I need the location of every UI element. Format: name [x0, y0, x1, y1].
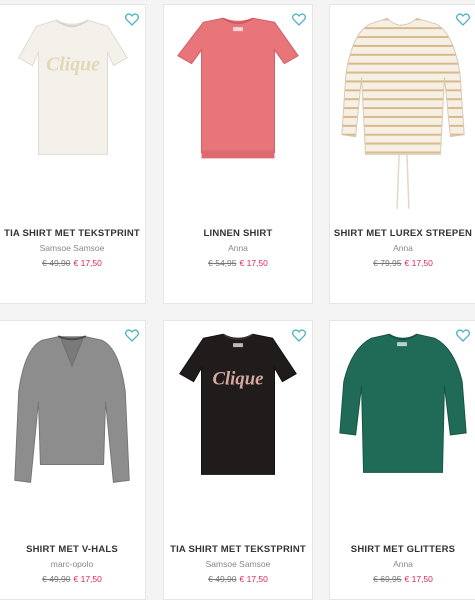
- shirt-print-text: Clique: [46, 54, 100, 76]
- product-price: € 54,95 € 17,50: [164, 258, 312, 268]
- sale-price: € 17,50: [239, 258, 268, 268]
- product-image[interactable]: [0, 321, 145, 536]
- sale-price: € 17,50: [73, 258, 102, 268]
- sale-price: € 17,50: [404, 574, 433, 584]
- product-image[interactable]: [164, 5, 312, 220]
- product-image[interactable]: [330, 321, 475, 536]
- original-price: € 49,90: [42, 574, 71, 584]
- product-price: € 49,90 € 17,50: [0, 574, 145, 584]
- product-card[interactable]: SHIRT MET V-HALS marc-opolo € 49,90 € 17,…: [0, 320, 146, 600]
- heart-icon[interactable]: [125, 329, 139, 342]
- product-brand: marc-opolo: [50, 559, 94, 569]
- product-grid: Clique TIA SHIRT MET TEKSTPRINT Samsoe S…: [0, 0, 475, 600]
- product-card[interactable]: LINNEN SHIRT Anna € 54,95 € 17,50: [163, 4, 313, 304]
- product-name[interactable]: TIA SHIRT MET TEKSTPRINT: [164, 544, 312, 555]
- sale-price: € 17,50: [404, 258, 433, 268]
- product-price: € 79,95 € 17,50: [330, 258, 475, 268]
- product-name[interactable]: SHIRT MET V-HALS: [0, 544, 145, 555]
- product-name[interactable]: SHIRT MET GLITTERS: [330, 544, 475, 555]
- heart-icon[interactable]: [456, 13, 470, 26]
- product-image[interactable]: Clique: [164, 321, 312, 536]
- product-brand: Anna: [393, 243, 413, 253]
- product-image[interactable]: [330, 5, 475, 220]
- product-card[interactable]: SHIRT MET GLITTERS Anna € 69,95 € 17,50: [329, 320, 475, 600]
- product-brand: Samsoe Samsoe: [205, 559, 271, 569]
- product-price: € 49,90 € 17,50: [164, 574, 312, 584]
- heart-icon[interactable]: [292, 329, 306, 342]
- shirt-print-text: Clique: [212, 369, 263, 390]
- product-price: € 69,95 € 17,50: [330, 574, 475, 584]
- heart-icon[interactable]: [456, 329, 470, 342]
- product-name[interactable]: SHIRT MET LUREX STREPEN: [330, 228, 475, 239]
- product-name[interactable]: TIA SHIRT MET TEKSTPRINT: [0, 228, 145, 239]
- sale-price: € 17,50: [73, 574, 102, 584]
- original-price: € 79,95: [373, 258, 402, 268]
- product-card[interactable]: Clique TIA SHIRT MET TEKSTPRINT Samsoe S…: [0, 4, 146, 304]
- product-brand: Samsoe Samsoe: [39, 243, 105, 253]
- product-brand: Anna: [393, 559, 413, 569]
- original-price: € 49,90: [42, 258, 71, 268]
- product-price: € 49,90 € 17,50: [0, 258, 145, 268]
- product-card[interactable]: SHIRT MET LUREX STREPEN Anna € 79,95 € 17…: [329, 4, 475, 304]
- heart-icon[interactable]: [125, 13, 139, 26]
- sale-price: € 17,50: [239, 574, 268, 584]
- original-price: € 69,95: [373, 574, 402, 584]
- product-name[interactable]: LINNEN SHIRT: [164, 228, 312, 239]
- original-price: € 49,90: [208, 574, 237, 584]
- heart-icon[interactable]: [292, 13, 306, 26]
- original-price: € 54,95: [208, 258, 237, 268]
- product-image[interactable]: Clique: [0, 5, 145, 220]
- product-card[interactable]: Clique TIA SHIRT MET TEKSTPRINT Samsoe S…: [163, 320, 313, 600]
- product-brand: Anna: [228, 243, 248, 253]
